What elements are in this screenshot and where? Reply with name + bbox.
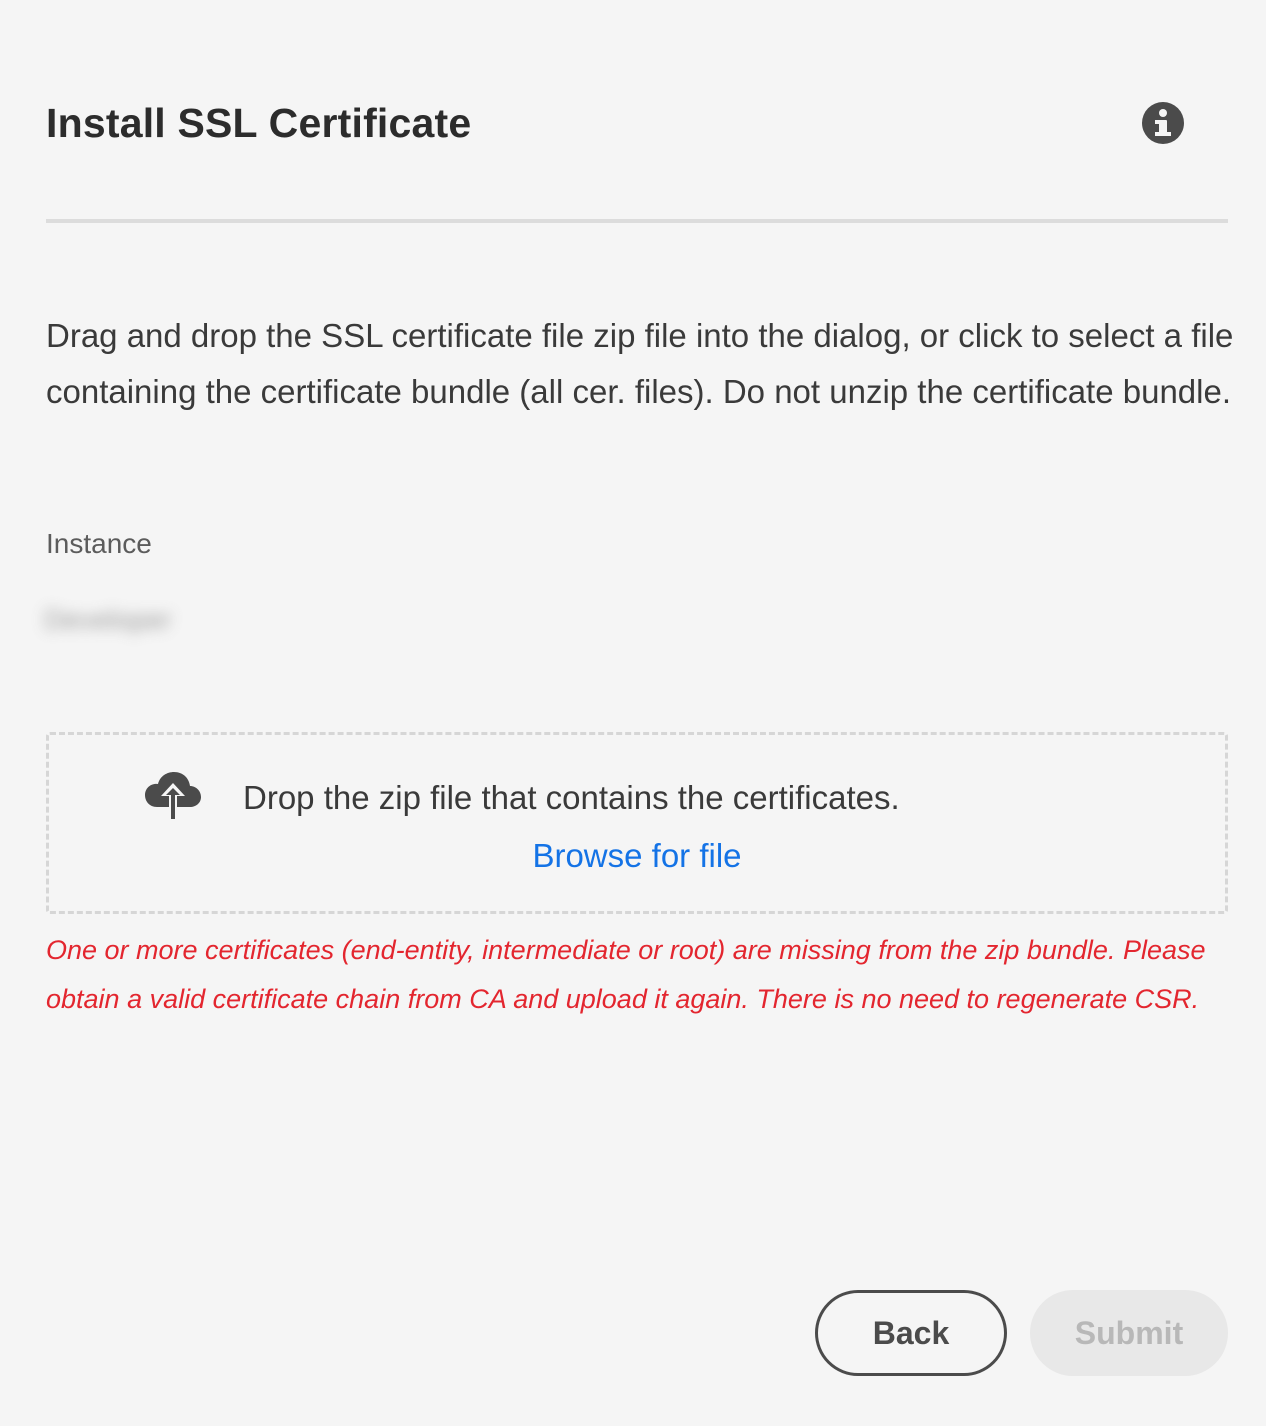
dialog-description: Drag and drop the SSL certificate file z… — [46, 317, 1234, 410]
file-dropzone[interactable]: Drop the zip file that contains the cert… — [46, 732, 1228, 914]
back-button[interactable]: Back — [815, 1290, 1007, 1376]
dialog-header: Install SSL Certificate — [46, 96, 1228, 156]
info-icon[interactable] — [1142, 102, 1184, 144]
instance-value: Developer — [44, 604, 172, 635]
instance-label: Instance — [46, 528, 152, 559]
install-ssl-dialog: Install SSL Certificate Drag and drop th… — [0, 0, 1266, 1426]
cloud-upload-icon — [145, 772, 201, 821]
header-divider — [46, 219, 1228, 223]
error-message: One or more certificates (end-entity, in… — [46, 935, 1206, 1014]
browse-for-file-link[interactable]: Browse for file — [49, 837, 1225, 875]
dialog-title: Install SSL Certificate — [46, 100, 472, 146]
dropzone-text: Drop the zip file that contains the cert… — [243, 779, 900, 816]
submit-button[interactable]: Submit — [1030, 1290, 1228, 1376]
